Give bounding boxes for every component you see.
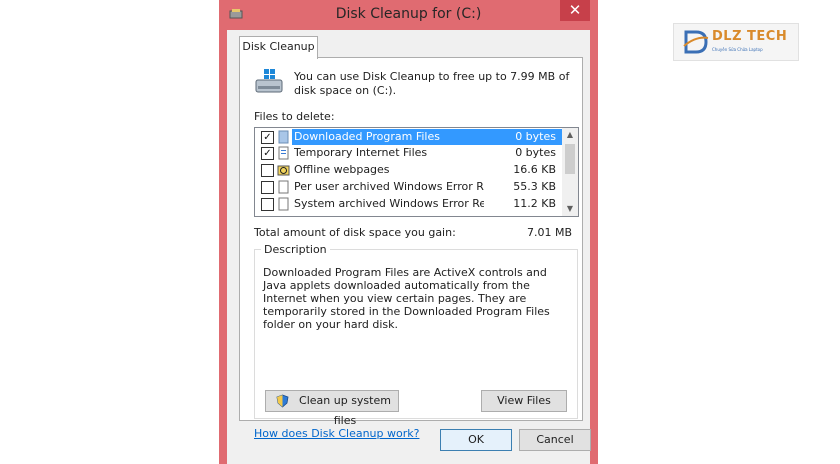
file-size: 16.6 KB [513, 163, 556, 176]
total-label: Total amount of disk space you gain: [254, 226, 456, 239]
file-name: System archived Windows Error Repor... [294, 197, 484, 210]
tab-panel: You can use Disk Cleanup to free up to 7… [239, 57, 583, 440]
checkbox[interactable] [261, 198, 274, 211]
file-size: 11.2 KB [513, 197, 556, 210]
close-button[interactable]: ✕ [560, 0, 590, 21]
clean-up-system-files-label: Clean up system files [299, 394, 391, 427]
list-item[interactable]: Offline webpages 16.6 KB [255, 162, 562, 178]
file-size: 0 bytes [515, 146, 556, 159]
window-title: Disk Cleanup for (C:) [335, 6, 482, 22]
description-text: Downloaded Program Files are ActiveX con… [263, 266, 550, 331]
description-group: Description Downloaded Program Files are… [254, 243, 578, 427]
dlz-tech-logo: DLZ TECH Chuyên Sửa Chữa Laptop [673, 23, 799, 61]
checkbox[interactable] [261, 181, 274, 194]
total-value: 7.01 MB [526, 226, 572, 239]
clean-up-system-files-button[interactable]: Clean up system files [265, 390, 399, 427]
file-icon [278, 197, 289, 211]
list-item[interactable]: ✓ Temporary Internet Files 0 bytes [255, 145, 562, 161]
logo-mark-icon [683, 30, 709, 54]
file-size: 55.3 KB [513, 180, 556, 193]
folder-icon [278, 130, 289, 144]
file-size: 0 bytes [515, 130, 556, 143]
intro-text: You can use Disk Cleanup to free up to 7… [294, 70, 570, 97]
files-to-delete-label: Files to delete: [254, 110, 335, 123]
title-bar[interactable]: Disk Cleanup for (C:) ✕ [219, 0, 598, 30]
logo-subtitle: Chuyên Sửa Chữa Laptop [712, 47, 763, 52]
file-name: Offline webpages [294, 163, 390, 176]
drive-icon [255, 69, 283, 93]
list-scrollbar[interactable]: ▲ ▼ [562, 128, 578, 216]
files-list[interactable]: ✓ Downloaded Program Files 0 bytes ✓ Tem… [254, 127, 579, 217]
offline-icon [277, 165, 290, 176]
view-files-button[interactable]: View Files [481, 390, 567, 412]
checkbox[interactable]: ✓ [261, 147, 274, 160]
description-legend: Description [261, 243, 330, 256]
scroll-thumb[interactable] [565, 144, 575, 174]
ok-button[interactable]: OK [440, 429, 512, 451]
checkbox[interactable]: ✓ [261, 131, 274, 144]
logo-text: DLZ TECH [712, 29, 788, 44]
cancel-button[interactable]: Cancel [519, 429, 591, 451]
uac-shield-icon [276, 394, 289, 408]
list-item[interactable]: System archived Windows Error Repor... 1… [255, 196, 562, 212]
scroll-down-icon[interactable]: ▼ [562, 202, 578, 216]
file-icon [278, 180, 289, 194]
file-name: Temporary Internet Files [294, 146, 428, 159]
document-icon [278, 146, 289, 160]
scroll-up-icon[interactable]: ▲ [562, 128, 578, 142]
checkbox[interactable] [261, 164, 274, 177]
file-name: Downloaded Program Files [294, 130, 440, 143]
file-name: Per user archived Windows Error Repo... [294, 180, 484, 193]
list-item[interactable]: Per user archived Windows Error Repo... … [255, 179, 562, 195]
tab-disk-cleanup[interactable]: Disk Cleanup [239, 36, 318, 59]
help-link[interactable]: How does Disk Cleanup work? [254, 427, 419, 440]
dialog-client-area: Disk Cleanup You can use Disk Cleanup to… [227, 30, 591, 464]
disk-cleanup-window: Disk Cleanup for (C:) ✕ Disk Cleanup You… [219, 0, 598, 464]
list-item[interactable]: ✓ Downloaded Program Files 0 bytes [255, 129, 562, 145]
